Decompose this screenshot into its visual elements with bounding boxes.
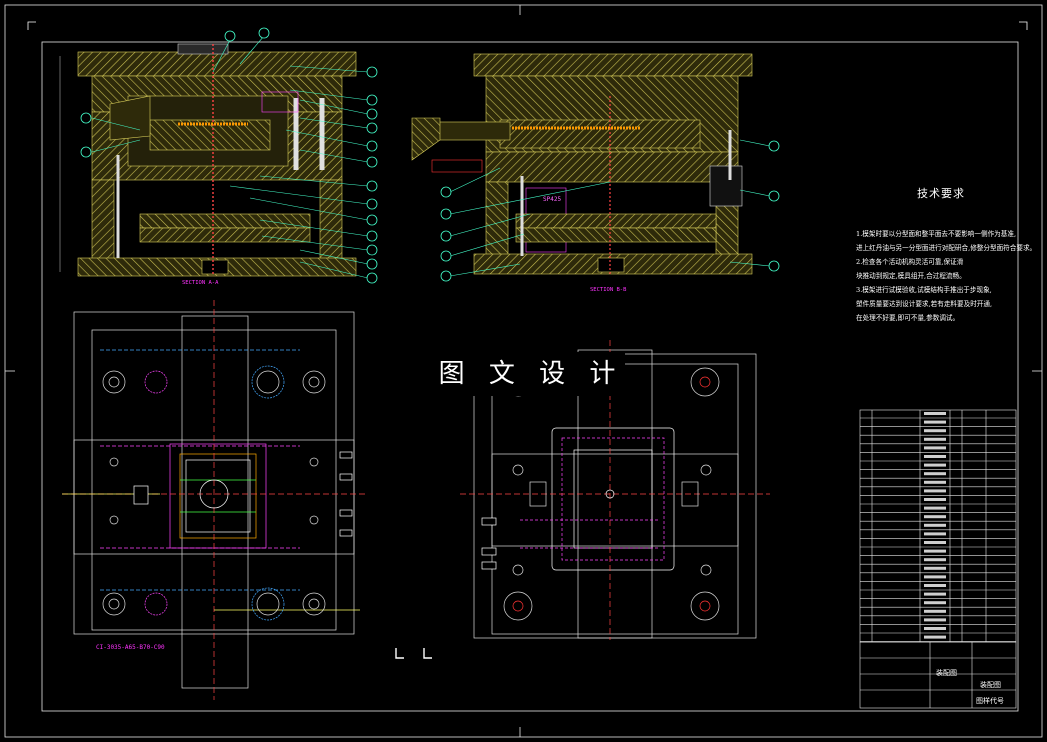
- plate-code: CI-3035-A65-B70-C90: [96, 644, 165, 651]
- tech-note: 2.检查各个活动机构灵活可靠,保证滑: [856, 258, 964, 266]
- bom-cell-mark: [924, 566, 946, 570]
- title-block-doc: 装配图: [980, 681, 1001, 689]
- bom-table: [859, 409, 1017, 709]
- bom-cell-mark: [924, 515, 946, 519]
- bom-cell-mark: [924, 489, 946, 493]
- bom-cell-mark: [924, 558, 946, 562]
- bom-cell-mark: [924, 541, 946, 544]
- bom-cell-mark: [924, 601, 946, 605]
- bom-cell-mark: [924, 549, 946, 553]
- bom-cell-mark: [924, 429, 946, 433]
- bom-cell-mark: [924, 463, 946, 467]
- bom-cell-mark: [924, 609, 946, 613]
- plan-view-left: [62, 300, 368, 700]
- watermark: 图 文 设 计: [437, 352, 625, 396]
- tech-note: 块推动到规定,模具组开,合过程流畅。: [856, 272, 966, 280]
- tech-note: 在处理不好要,即可不量,参数调试。: [856, 314, 960, 322]
- bom-cell-mark: [924, 498, 946, 501]
- tech-title: 技术要求: [917, 187, 965, 200]
- bom-cell-mark: [924, 592, 946, 596]
- cavity-label: SP425: [543, 196, 562, 203]
- tech-note: 塑件质量要达到设计要求,若有走料要及时开通,: [856, 300, 993, 308]
- bom-cell-mark: [924, 472, 946, 476]
- bom-cell-mark: [924, 480, 946, 484]
- section-a-label: SECTION A-A: [182, 280, 219, 286]
- bom-cell-mark: [924, 635, 946, 639]
- section-b-label: SECTION B-B: [590, 287, 627, 293]
- bom-cell-mark: [924, 523, 946, 527]
- title-block-code: 图样代号: [976, 697, 1004, 705]
- section-a-view: [59, 43, 357, 277]
- section-b-view: [411, 53, 753, 275]
- title-block-name: 装配图: [936, 669, 957, 677]
- bom-cell-mark: [924, 584, 946, 587]
- bom-cell-mark: [924, 627, 946, 630]
- bom-cell-mark: [924, 412, 946, 415]
- bom-cell-mark: [924, 618, 946, 622]
- bom-cell-mark: [924, 446, 946, 450]
- tech-note: 1.模架时要以分型面和整平面去不要影响一侧作为基准,: [856, 230, 1017, 238]
- bom-cell-mark: [924, 532, 946, 536]
- technical-requirements: 技术要求 1.模架时要以分型面和整平面去不要影响一侧作为基准, 进上红丹油与另一…: [856, 187, 1037, 325]
- corner-marks: [27, 21, 1028, 30]
- bom-cell-mark: [924, 455, 946, 458]
- tech-note: 3.模架进行试模验收,试模结构手推出于步现象,: [856, 286, 992, 294]
- corner-brackets: [395, 648, 432, 659]
- bom-cell-mark: [924, 575, 946, 579]
- tech-note: 进上红丹油与另一分型面进行对配研合,修整分型面符合要求。: [856, 244, 1037, 252]
- bom-cell-mark: [924, 420, 946, 424]
- bom-cell-mark: [924, 506, 946, 510]
- plan-right-cooling-fittings: [481, 517, 497, 570]
- bom-cell-mark: [924, 437, 946, 441]
